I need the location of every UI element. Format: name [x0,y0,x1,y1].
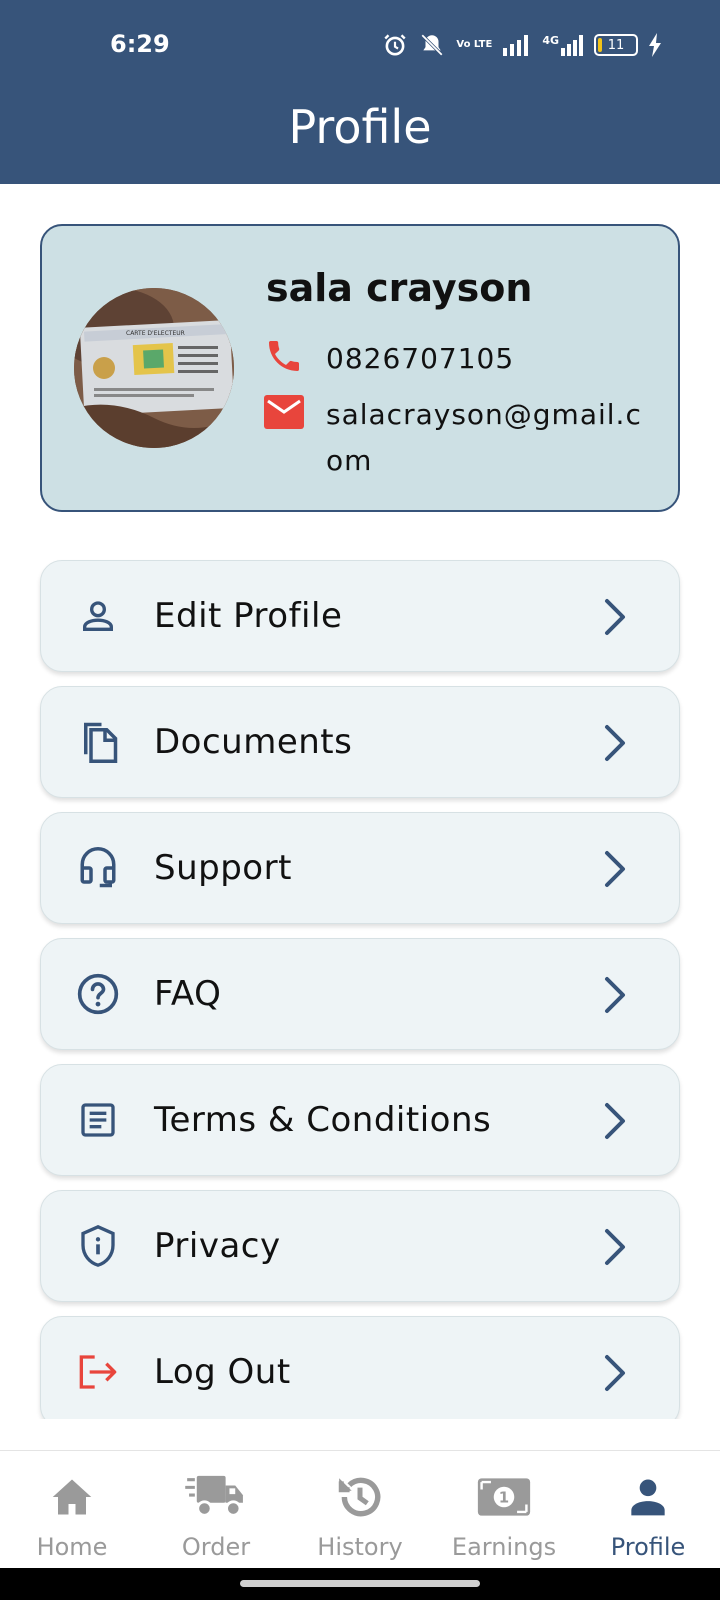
svg-text:CARTE D'ELECTEUR: CARTE D'ELECTEUR [126,330,185,337]
page-title: Profile [288,100,432,154]
profile-card: CARTE D'ELECTEUR sala crayson 0826707105… [40,224,680,512]
nav-label: Earnings [451,1533,557,1561]
nav-earnings[interactable]: 1 Earnings [432,1451,576,1569]
chevron-right-icon [593,1351,633,1395]
money-icon: 1 [464,1469,544,1525]
gesture-bar [0,1568,720,1600]
menu-label: FAQ [154,974,222,1014]
nav-order[interactable]: Order [144,1451,288,1569]
home-gesture-pill[interactable] [240,1580,480,1587]
signal-icon [502,34,532,56]
logout-icon [73,1347,123,1397]
person-icon [73,591,123,641]
svg-text:1: 1 [499,1489,509,1507]
shield-info-icon [73,1221,123,1271]
chevron-right-icon [593,595,633,639]
menu-label: Terms & Conditions [154,1100,492,1140]
status-icons: Vo LTE 4G 11 [382,30,662,60]
nav-label: Order [181,1533,251,1561]
email-address[interactable]: salacrayson@gmail.com [326,392,656,484]
headset-icon [73,843,123,893]
home-icon [32,1469,112,1525]
signal-4g-icon: 4G [542,34,584,56]
chevron-right-icon [593,1225,633,1269]
phone-icon [264,336,308,376]
status-time: 6:29 [110,30,170,58]
nav-label: Home [36,1533,108,1561]
menu-item-privacy[interactable]: Privacy [40,1190,680,1302]
nav-home[interactable]: Home [0,1451,144,1569]
status-bar: 6:29 Vo LTE 4G 11 [0,0,720,92]
menu-item-terms[interactable]: Terms & Conditions [40,1064,680,1176]
charging-icon [648,33,662,57]
menu-item-faq[interactable]: FAQ [40,938,680,1050]
nav-label: History [317,1533,403,1561]
menu-label: Support [154,848,292,888]
chevron-right-icon [593,973,633,1017]
truck-icon [176,1469,256,1525]
menu-item-edit-profile[interactable]: Edit Profile [40,560,680,672]
phone-number[interactable]: 0826707105 [326,336,514,382]
nav-label: Profile [610,1533,686,1561]
alarm-icon [382,32,408,58]
menu-item-documents[interactable]: Documents [40,686,680,798]
battery-icon: 11 [594,34,638,56]
app-header: 6:29 Vo LTE 4G 11 Profile [0,0,720,184]
documents-icon [73,717,123,767]
nav-history[interactable]: History [288,1451,432,1569]
history-icon [320,1469,400,1525]
bottom-nav: Home Order History 1 Earnings Profile [0,1450,720,1568]
menu-list: Edit Profile Documents Support FAQ Terms… [0,540,720,1419]
user-name: sala crayson [266,266,533,310]
menu-item-logout[interactable]: Log Out [40,1316,680,1419]
menu-label: Edit Profile [154,596,343,636]
email-row: salacrayson@gmail.com [264,392,656,484]
nav-profile[interactable]: Profile [576,1451,720,1569]
menu-item-support[interactable]: Support [40,812,680,924]
person-icon [608,1469,688,1525]
chevron-right-icon [593,1099,633,1143]
chevron-right-icon [593,847,633,891]
chevron-right-icon [593,721,633,765]
menu-label: Documents [154,722,353,762]
mute-icon [418,32,446,58]
avatar[interactable]: CARTE D'ELECTEUR [74,288,234,448]
volte-icon: Vo LTE [456,39,493,50]
list-document-icon [73,1095,123,1145]
menu-label: Privacy [154,1226,281,1266]
question-icon [73,969,123,1019]
email-icon [264,392,308,432]
phone-row: 0826707105 [264,336,514,382]
menu-label: Log Out [154,1352,291,1392]
